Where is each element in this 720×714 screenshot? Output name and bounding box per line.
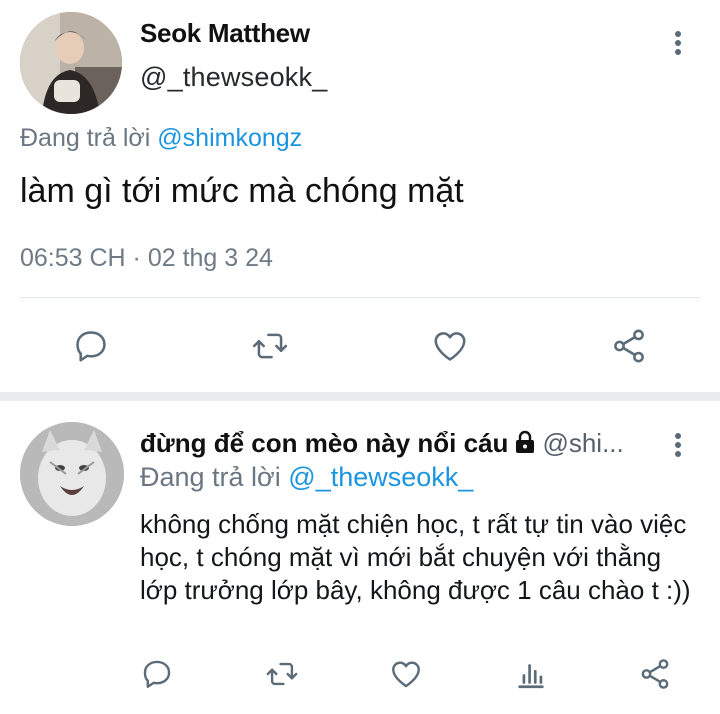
more-options-icon[interactable] — [668, 30, 688, 56]
divider — [20, 297, 700, 298]
reply-icon[interactable] — [140, 657, 174, 691]
reply-icon[interactable] — [72, 327, 110, 365]
reply-mention-link[interactable]: @shimkongz — [157, 124, 302, 152]
like-icon[interactable] — [431, 327, 469, 365]
replying-to: Đang trả lời @shimkongz — [20, 124, 302, 153]
replying-to-label: Đang trả lời — [20, 124, 151, 152]
author-avatar[interactable] — [20, 12, 122, 114]
author-handle[interactable]: @_thewseokk_ — [140, 62, 327, 93]
tweet-timestamp[interactable]: 06:53 CH · 02 thg 3 24 — [20, 244, 273, 273]
replying-to-label: Đang trả lời — [140, 462, 281, 492]
analytics-icon[interactable] — [514, 657, 548, 691]
like-icon[interactable] — [389, 657, 423, 691]
share-icon[interactable] — [610, 327, 648, 365]
lock-icon — [514, 430, 536, 454]
reply-text: không chống mặt chiện học, t rất tự tin … — [140, 509, 691, 605]
reply-author-avatar[interactable] — [20, 422, 124, 526]
retweet-icon[interactable] — [251, 327, 289, 365]
share-icon[interactable] — [638, 657, 672, 691]
tweet-separator — [0, 392, 720, 401]
retweet-icon[interactable] — [265, 657, 299, 691]
replying-to: Đang trả lời @_thewseokk_ — [140, 462, 473, 493]
reply-author-handle[interactable]: @shi... — [542, 428, 623, 458]
reply-mention-link[interactable]: @_thewseokk_ — [288, 462, 473, 492]
reply-header: đừng để con mèo này nổi cáu @shi... — [140, 428, 624, 459]
reply-author-name[interactable]: đừng để con mèo này nổi cáu — [140, 428, 508, 458]
more-options-icon[interactable] — [668, 432, 688, 458]
tweet-text: làm gì tới mức mà chóng mặt — [20, 172, 464, 210]
author-name[interactable]: Seok Matthew — [140, 18, 310, 49]
